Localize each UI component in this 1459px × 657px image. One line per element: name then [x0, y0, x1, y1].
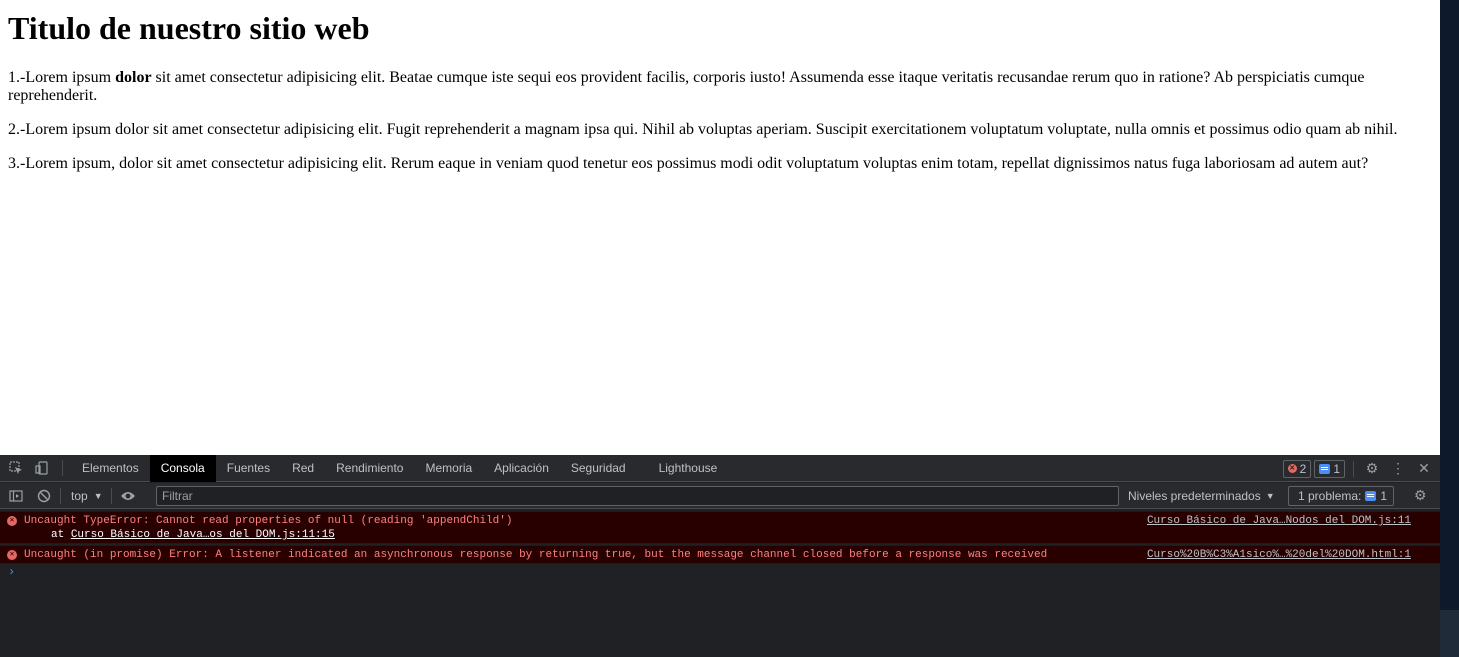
message-count: 1: [1333, 461, 1340, 476]
sidebar-toggle-icon[interactable]: [6, 486, 26, 506]
inspect-element-icon[interactable]: [6, 458, 26, 478]
issues-button[interactable]: 1 problema: 1: [1288, 486, 1395, 506]
stack-trace-link[interactable]: Curso Básico de Java…os del DOM.js:11:15: [71, 529, 335, 541]
chevron-down-icon: ▼: [1265, 491, 1275, 501]
devtools-tabbar: Elementos Consola Fuentes Red Rendimient…: [0, 454, 1440, 482]
filter-input[interactable]: [156, 486, 1119, 506]
error-icon: ✕: [7, 516, 17, 526]
devtools-tabbar-right: ✕ 2 1 ⚙ ⋮ ✕: [1282, 455, 1434, 482]
device-toolbar-icon[interactable]: [32, 458, 52, 478]
error-icon: ✕: [1287, 464, 1297, 473]
error-text: Uncaught (in promise) Error: A listener …: [24, 549, 1048, 561]
context-selector[interactable]: top ▼: [67, 489, 107, 503]
issues-count: 1: [1380, 489, 1388, 503]
clear-console-icon[interactable]: [34, 486, 54, 506]
paragraph-3: 3.-Lorem ipsum, dolor sit amet consectet…: [8, 155, 1369, 172]
console-error-message: ✕ Uncaught TypeError: Cannot read proper…: [0, 511, 1440, 544]
context-label: top: [71, 488, 88, 503]
divider: [110, 487, 112, 504]
console-settings-gear-icon[interactable]: ⚙: [1414, 487, 1427, 504]
paragraph-1-end: sit amet consectetur adipisicing elit. B…: [8, 69, 1365, 104]
error-count: 2: [1299, 461, 1307, 476]
paragraph-2: 2.-Lorem ipsum dolor sit amet consectetu…: [8, 121, 1398, 138]
paragraph-1-bold: dolor: [115, 69, 152, 86]
close-icon[interactable]: ✕: [1414, 460, 1434, 477]
source-link[interactable]: Curso%20B%C3%A1sico%…%20del%20DOM.html:1: [1147, 549, 1411, 562]
message-icon: [1365, 491, 1377, 501]
source-link[interactable]: Curso Básico de Java…Nodos del DOM.js:11: [1147, 515, 1411, 528]
tab-red[interactable]: Red: [281, 455, 325, 482]
tab-aplicacion[interactable]: Aplicación: [483, 455, 560, 482]
scrollbar-track[interactable]: [1440, 0, 1459, 657]
paragraph-1-start: 1.-Lorem ipsum: [8, 69, 116, 86]
console-error-message: ✕ Uncaught (in promise) Error: A listene…: [0, 545, 1440, 564]
message-count-badge[interactable]: 1: [1314, 459, 1345, 478]
tab-seguridad[interactable]: Seguridad: [560, 455, 637, 482]
scrollbar-thumb[interactable]: [1440, 610, 1459, 657]
stack-trace: at Curso Básico de Java…os del DOM.js:11…: [51, 529, 335, 542]
log-levels-label: Niveles predeterminados: [1128, 489, 1261, 503]
stack-prefix: at: [51, 529, 71, 541]
devtools-panel: Elementos Consola Fuentes Red Rendimient…: [0, 454, 1440, 657]
tab-memoria[interactable]: Memoria: [414, 455, 483, 482]
error-icon: ✕: [7, 550, 17, 560]
error-text: Uncaught TypeError: Cannot read properti…: [24, 515, 513, 527]
message-icon: [1319, 463, 1331, 474]
divider: [60, 487, 61, 504]
tab-elementos[interactable]: Elementos: [71, 455, 150, 482]
settings-gear-icon[interactable]: ⚙: [1362, 460, 1382, 477]
chevron-down-icon: ▼: [93, 490, 103, 501]
paragraph-1: 1.-Lorem ipsum dolor sit amet consectetu…: [8, 69, 1432, 105]
more-options-icon[interactable]: ⋮: [1388, 460, 1408, 477]
tab-consola[interactable]: Consola: [149, 454, 216, 482]
page-title: Titulo de nuestro sitio web: [8, 10, 370, 46]
tab-rendimiento[interactable]: Rendimiento: [325, 455, 414, 482]
console-prompt-chevron-icon[interactable]: ›: [8, 565, 15, 579]
divider: [62, 460, 63, 476]
log-levels-dropdown[interactable]: Niveles predeterminados ▼: [1128, 483, 1275, 509]
web-page: Titulo de nuestro sitio web 1.-Lorem ips…: [0, 0, 1440, 455]
console-toolbar: top ▼ Niveles predeterminados ▼ 1 proble…: [0, 483, 1440, 509]
tab-fuentes[interactable]: Fuentes: [216, 455, 281, 482]
issues-label: 1 problema:: [1298, 489, 1362, 503]
eye-icon[interactable]: [118, 486, 138, 506]
error-count-badge[interactable]: ✕ 2: [1282, 459, 1312, 478]
divider: [1353, 460, 1354, 477]
tab-lighthouse[interactable]: Lighthouse: [637, 455, 729, 482]
